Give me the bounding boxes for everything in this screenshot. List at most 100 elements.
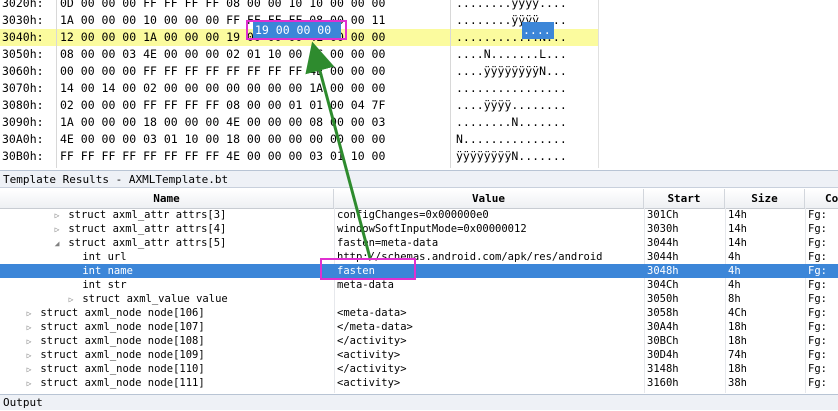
collapsed-triangle-icon[interactable]: ▷ (24, 377, 34, 391)
hex-ascii[interactable]: ........ÿÿÿÿÿÿÿÿ (456, 165, 567, 168)
hex-bytes[interactable]: 1A 00 00 00 18 00 00 00 4E 00 00 00 08 0… (60, 114, 450, 131)
hex-address: 3020h: (2, 0, 44, 10)
hex-ascii[interactable]: ....ÿÿÿÿ........ (456, 97, 567, 114)
row-color: Fg: (808, 237, 827, 249)
cell-name: ▷ struct axml_value value (0, 292, 400, 307)
hex-ascii[interactable]: N............... (456, 131, 567, 148)
column-color[interactable]: Co (805, 189, 838, 208)
template-results-table[interactable]: Name Value Start Size Co ▷ struct axml_a… (0, 189, 838, 393)
row-color: Fg: (808, 293, 827, 305)
column-name[interactable]: Name (0, 189, 334, 208)
table-row[interactable]: ▷ struct axml_attr attrs[3] configChanges… (0, 208, 838, 222)
row-name: struct axml_node node[108] (34, 335, 205, 347)
hex-bytes[interactable]: 18 00 00 00 00 00 00 00 FF FF FF FF FF F… (60, 165, 450, 168)
hex-bytes[interactable]: 00 00 00 00 FF FF FF FF FF FF FF FF 4E 0… (60, 63, 450, 80)
row-start: 3148h (647, 363, 679, 375)
row-color: Fg: (808, 377, 827, 389)
row-size: 74h (728, 349, 747, 361)
row-value: <activity> (337, 377, 401, 389)
row-color: Fg: (808, 279, 827, 291)
table-row[interactable]: ▷ struct axml_node node[107] </meta-data>… (0, 320, 838, 334)
table-row[interactable]: ▷ struct axml_node node[111] <activity> 31… (0, 376, 838, 390)
collapsed-triangle-icon[interactable]: ▷ (24, 349, 34, 363)
hex-address: 30C0h: (2, 165, 52, 168)
table-row[interactable]: ◢ struct axml_attr attrs[5] fasten=meta-d… (0, 236, 838, 250)
table-row[interactable]: int str meta-data 304Ch 4h Fg: (0, 278, 838, 292)
table-row[interactable]: ▷ struct axml_node node[106] <meta-data> 3… (0, 306, 838, 320)
output-panel-title[interactable]: Output (0, 394, 838, 410)
row-name: struct axml_attr attrs[4] (62, 223, 227, 235)
collapsed-triangle-icon[interactable]: ▷ (24, 335, 34, 349)
row-value: </activity> (337, 335, 407, 347)
row-color: Fg: (808, 251, 827, 263)
row-color: Fg: (808, 349, 827, 361)
row-name: struct axml_attr attrs[5] (62, 237, 227, 249)
row-size: 4h (728, 251, 741, 263)
table-row[interactable]: ▷ struct axml_value value 3050h 8h Fg: (0, 292, 838, 306)
hex-ascii[interactable]: ....ÿÿÿÿÿÿÿÿN... (456, 63, 567, 80)
collapsed-triangle-icon[interactable]: ▷ (66, 293, 76, 307)
collapsed-triangle-icon[interactable]: ▷ (24, 307, 34, 321)
table-row[interactable]: ▷ struct axml_node node[108] </activity> 3… (0, 334, 838, 348)
hex-ascii[interactable]: ........N....... (456, 114, 567, 131)
row-value: <activity> (337, 349, 401, 361)
row-name: struct axml_node node[107] (34, 321, 205, 333)
table-row[interactable]: ▷ struct axml_node node[109] <activity> 30… (0, 348, 838, 362)
row-name: struct axml_node node[106] (34, 307, 205, 319)
hex-editor[interactable]: 3020h: 0D 00 00 00 FF FF FF FF 08 00 00 1… (0, 0, 838, 168)
hex-bytes[interactable]: 4E 00 00 00 03 01 10 00 18 00 00 00 00 0… (60, 131, 450, 148)
hex-address: 3080h: (2, 98, 44, 112)
collapsed-triangle-icon[interactable]: ▷ (24, 363, 34, 377)
hex-bytes[interactable]: 14 00 14 00 02 00 00 00 00 00 00 00 1A 0… (60, 80, 450, 97)
row-color: Fg: (808, 335, 827, 347)
hex-bytes[interactable]: 08 00 00 03 4E 00 00 00 02 01 10 00 4C 0… (60, 46, 450, 63)
cell-name: ▷ struct axml_node node[107] (0, 320, 358, 335)
row-start: 30D4h (647, 349, 679, 361)
row-value: windowSoftInputMode=0x00000012 (337, 223, 527, 235)
row-size: 14h (728, 237, 747, 249)
row-color: Fg: (808, 307, 827, 319)
hex-annotation-box (246, 20, 347, 40)
row-name: struct axml_node node[110] (34, 363, 205, 375)
collapsed-triangle-icon[interactable]: ▷ (52, 223, 62, 237)
row-color: Fg: (808, 321, 827, 333)
row-size: 4h (728, 265, 741, 277)
hex-address: 3070h: (2, 81, 44, 95)
row-start: 3160h (647, 377, 679, 389)
hex-side-panel (598, 0, 838, 168)
hex-ascii[interactable]: ........ÿÿÿÿ.... (456, 0, 567, 12)
row-size: 14h (728, 223, 747, 235)
hex-address: 3060h: (2, 64, 44, 78)
table-row[interactable]: ▷ struct axml_attr attrs[4] windowSoftInp… (0, 222, 838, 236)
hex-address: 30A0h: (2, 132, 44, 146)
row-name: struct axml_node node[111] (34, 377, 205, 389)
row-size: 18h (728, 363, 747, 375)
table-row[interactable]: ▷ struct axml_node node[110] </activity> 3… (0, 362, 838, 376)
row-color: Fg: (808, 363, 827, 375)
table-row[interactable]: int url http://schemas.android.com/apk/re… (0, 250, 838, 264)
hex-ascii[interactable]: ÿÿÿÿÿÿÿÿN....... (456, 148, 567, 165)
row-name: struct axml_value value (76, 293, 228, 305)
hex-ascii[interactable]: ....N.......L... (456, 46, 567, 63)
row-value: </meta-data> (337, 321, 413, 333)
row-start: 3050h (647, 293, 679, 305)
hex-bytes[interactable]: 02 00 00 00 FF FF FF FF 08 00 00 01 01 0… (60, 97, 450, 114)
collapsed-triangle-icon[interactable]: ▷ (24, 321, 34, 335)
row-size: 18h (728, 321, 747, 333)
column-value[interactable]: Value (334, 189, 644, 208)
column-start[interactable]: Start (644, 189, 725, 208)
hex-ascii[interactable]: ................ (456, 80, 567, 97)
hex-address: 30B0h: (2, 149, 44, 163)
collapsed-triangle-icon[interactable]: ▷ (52, 209, 62, 223)
row-size: 8h (728, 293, 741, 305)
row-color: Fg: (808, 209, 827, 221)
hex-bytes[interactable]: FF FF FF FF FF FF FF FF 4E 00 00 00 03 0… (60, 148, 450, 165)
table-row[interactable]: int name fasten 3048h 4h Fg: (0, 264, 838, 278)
cell-name: ◢ struct axml_attr attrs[5] (0, 236, 386, 251)
hex-bytes[interactable]: 0D 00 00 00 FF FF FF FF 08 00 00 10 10 0… (60, 0, 450, 12)
column-size[interactable]: Size (725, 189, 805, 208)
row-value: meta-data (337, 279, 394, 291)
expanded-triangle-icon[interactable]: ◢ (52, 237, 62, 251)
row-name: int name (76, 265, 133, 277)
row-start: 30BCh (647, 335, 679, 347)
